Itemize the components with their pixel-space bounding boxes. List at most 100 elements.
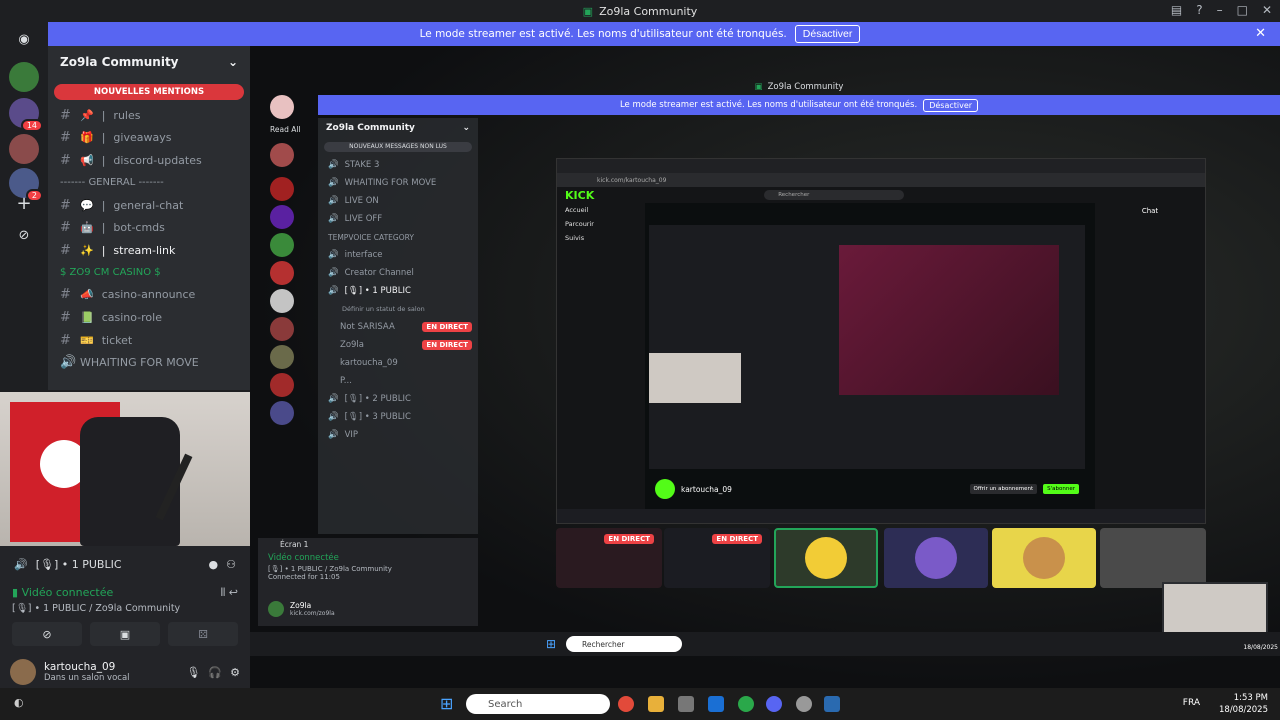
- server-icon[interactable]: [9, 62, 39, 92]
- address-bar[interactable]: kick.com/kartoucha_09: [557, 173, 1205, 187]
- server-icon[interactable]: [270, 401, 294, 425]
- folder-icon[interactable]: [648, 696, 664, 712]
- server-icon[interactable]: [270, 289, 294, 313]
- follow-button[interactable]: S'abonner: [1043, 484, 1079, 494]
- channel-status[interactable]: Définir un statut de salon: [318, 300, 478, 318]
- channel-casino-announce[interactable]: # 📣 casino-announce: [48, 284, 250, 307]
- participant-tile[interactable]: [992, 528, 1096, 588]
- microphone-icon[interactable]: 🎙: [186, 666, 200, 679]
- server-icon[interactable]: [270, 345, 294, 369]
- server-header[interactable]: Zo9la Community ⌄: [48, 46, 250, 78]
- channel-stream-link[interactable]: # ✨ | stream-link: [48, 239, 250, 262]
- channel-bot-cmds[interactable]: # 🤖 | bot-cmds: [48, 216, 250, 239]
- category-general[interactable]: ------- GENERAL -------: [48, 172, 250, 194]
- voice-channel-row[interactable]: 🔊 [🎙] • 1 PUBLIC ● ⚇: [0, 546, 250, 582]
- server-icon[interactable]: [270, 233, 294, 257]
- store-icon[interactable]: [678, 696, 694, 712]
- disable-streamer-button[interactable]: Désactiver: [794, 25, 861, 43]
- close-icon[interactable]: ✕: [1255, 26, 1266, 41]
- inner-channel[interactable]: 🔊 Creator Channel: [318, 264, 478, 282]
- maximize-button[interactable]: □: [1237, 3, 1248, 17]
- inner-channel[interactable]: 🔊 STAKE 3: [318, 156, 478, 174]
- screen-share-button[interactable]: ▣: [90, 622, 160, 646]
- chat-icon[interactable]: ●: [209, 558, 219, 571]
- minimize-button[interactable]: –: [1217, 3, 1223, 17]
- inner-channel[interactable]: 🔊 WHAITING FOR MOVE: [318, 174, 478, 192]
- unread-pill[interactable]: NOUVEAUX MESSAGES NON LUS: [324, 142, 472, 152]
- help-icon[interactable]: ?: [1196, 3, 1202, 17]
- camera-off-button[interactable]: ⊘: [12, 622, 82, 646]
- language-indicator[interactable]: FRA: [1183, 698, 1200, 708]
- inner-channel[interactable]: 🔊 VIP: [318, 426, 478, 444]
- add-server-icon[interactable]: +: [9, 188, 39, 218]
- inner-server-header[interactable]: Zo9la Community ⌄: [318, 118, 478, 138]
- chrome-profile-icon[interactable]: [738, 696, 754, 712]
- kick-search[interactable]: Rechercher: [764, 190, 905, 200]
- channel-name[interactable]: kartoucha_09: [681, 485, 732, 494]
- inner-category[interactable]: TEMPVOICE CATEGORY: [318, 228, 478, 246]
- add-user-icon[interactable]: ⚇: [226, 558, 236, 571]
- nav-following[interactable]: Suivis: [557, 231, 645, 245]
- channel-rules[interactable]: # 📌 | rules: [48, 104, 250, 127]
- channel-general-chat[interactable]: # 💬 | general-chat: [48, 194, 250, 217]
- taskbar-search[interactable]: Search: [466, 694, 610, 714]
- channel-casino-role[interactable]: # 📗 casino-role: [48, 306, 250, 329]
- server-icon[interactable]: [270, 95, 294, 119]
- new-mentions-pill[interactable]: NOUVELLES MENTIONS: [54, 84, 244, 100]
- inner-channel[interactable]: 🔊 interface: [318, 246, 478, 264]
- explore-icon[interactable]: ⊘: [9, 220, 39, 250]
- discord-icon[interactable]: [766, 696, 782, 712]
- browser-tabs[interactable]: [557, 159, 1205, 173]
- gear-icon[interactable]: ⚙: [230, 666, 240, 679]
- voice-member[interactable]: Zo9la EN DIRECT: [318, 336, 478, 354]
- voice-member[interactable]: Not SARISAA EN DIRECT: [318, 318, 478, 336]
- server-icon[interactable]: 14: [9, 98, 43, 132]
- channel-ticket[interactable]: # 🎫 ticket: [48, 329, 250, 352]
- server-icon[interactable]: [270, 261, 294, 285]
- stream-tile[interactable]: EN DIRECT: [556, 528, 662, 588]
- nav-browse[interactable]: Parcourir: [557, 217, 645, 231]
- inner-channel[interactable]: 🔊 LIVE OFF: [318, 210, 478, 228]
- outlook-icon[interactable]: [708, 696, 724, 712]
- channel-discord-updates[interactable]: # 📢 | discord-updates: [48, 149, 250, 172]
- inner-channel[interactable]: 🔊 [🎙] • 3 PUBLIC: [318, 408, 478, 426]
- avatar[interactable]: [655, 479, 675, 499]
- category-casino[interactable]: $ ZO9 CM CASINO $: [48, 262, 250, 284]
- inner-search-box[interactable]: Rechercher: [566, 636, 682, 652]
- avatar[interactable]: [268, 601, 284, 617]
- windows-start-icon[interactable]: ⊞: [546, 637, 556, 651]
- widgets-icon[interactable]: ◐: [14, 696, 24, 709]
- inner-channel[interactable]: 🔊 [🎙] • 2 PUBLIC: [318, 390, 478, 408]
- close-button[interactable]: ✕: [1262, 3, 1272, 17]
- discord-home-icon[interactable]: ◉: [9, 24, 39, 54]
- steam-icon[interactable]: [824, 696, 840, 712]
- gift-sub-button[interactable]: Offrir un abonnement: [969, 484, 1038, 494]
- headphones-icon[interactable]: 🎧: [208, 666, 222, 679]
- stream-tile[interactable]: EN DIRECT: [664, 528, 770, 588]
- channel-giveaways[interactable]: # 🎁 | giveaways: [48, 127, 250, 150]
- server-icon[interactable]: [270, 177, 294, 201]
- waveform-icon[interactable]: ⫴ ↩: [221, 586, 238, 600]
- inbox-icon[interactable]: ▤: [1171, 3, 1182, 17]
- participant-tile[interactable]: [774, 528, 878, 588]
- voice-member[interactable]: kartoucha_09: [318, 354, 478, 372]
- windows-start-icon[interactable]: ⊞: [440, 694, 453, 713]
- participant-tile[interactable]: [1100, 528, 1206, 588]
- server-icon[interactable]: [270, 143, 294, 167]
- kick-video-player[interactable]: [649, 225, 1085, 469]
- avatar[interactable]: [10, 659, 36, 685]
- activity-button[interactable]: ⚄: [168, 622, 238, 646]
- participant-tile[interactable]: [884, 528, 988, 588]
- system-clock[interactable]: 1:53 PM 18/08/2025: [1219, 692, 1268, 716]
- inner-channel-active[interactable]: 🔊 [🎙] • 1 PUBLIC: [318, 282, 478, 300]
- chrome-icon[interactable]: [618, 696, 634, 712]
- voice-channel-waiting[interactable]: 🔊 WHAITING FOR MOVE: [48, 351, 250, 374]
- inner-channel[interactable]: 🔊 LIVE ON: [318, 192, 478, 210]
- server-icon[interactable]: [270, 205, 294, 229]
- inner-disable-button[interactable]: Désactiver: [923, 98, 979, 112]
- nav-home[interactable]: Accueil: [557, 203, 645, 217]
- server-icon[interactable]: [270, 373, 294, 397]
- voice-member[interactable]: P...: [318, 372, 478, 390]
- app-icon[interactable]: [796, 696, 812, 712]
- kick-logo[interactable]: KICK: [565, 189, 594, 202]
